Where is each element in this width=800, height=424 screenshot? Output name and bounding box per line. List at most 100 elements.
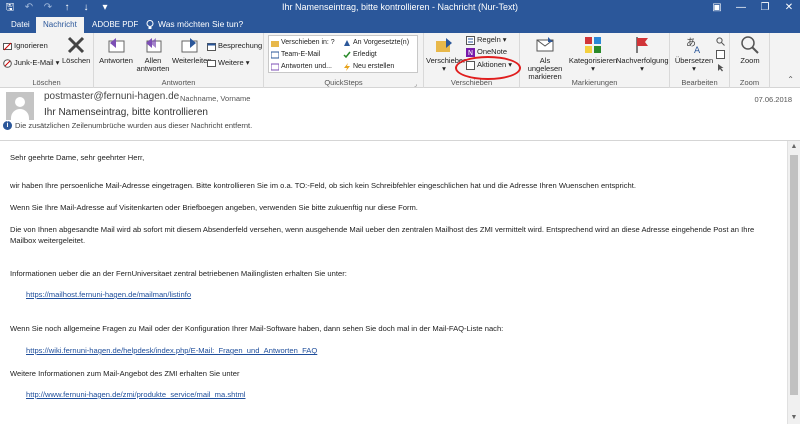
chevron-down-icon: ▾ <box>442 64 446 73</box>
group-label-antworten: Antworten <box>161 78 196 87</box>
more-respond-button[interactable]: Weitere ▾ <box>207 58 249 68</box>
move-folder-icon <box>436 38 452 52</box>
categorize-button[interactable]: Kategorisieren ▾ <box>568 35 618 73</box>
scroll-up-icon[interactable]: ▲ <box>788 141 800 153</box>
ignore-button[interactable]: Ignorieren <box>3 41 48 51</box>
reply-button[interactable]: Antworten <box>98 35 134 65</box>
cursor-icon <box>718 64 724 72</box>
recipient-name[interactable]: Nachname, Vorname <box>180 94 250 103</box>
group-label-loeschen: Löschen <box>32 78 61 87</box>
category-icon <box>585 37 601 53</box>
ignore-icon <box>3 42 12 50</box>
team-email-icon <box>271 51 279 58</box>
group-antworten: Antworten Allen antworten Weiterleiten B… <box>94 33 264 88</box>
search-tool-button[interactable] <box>716 37 725 46</box>
info-text: Die zusätzlichen Zeilenumbrüche wurden a… <box>15 121 253 130</box>
reply-all-button[interactable]: Allen antworten <box>136 35 170 73</box>
search-icon <box>716 37 725 46</box>
mark-unread-button[interactable]: Als ungelesen markieren <box>522 35 568 81</box>
junk-mail-button[interactable]: Junk-E-Mail ▾ <box>3 58 59 68</box>
info-icon: i <box>3 121 12 130</box>
chevron-down-icon: ▾ <box>502 35 507 44</box>
annotation-ellipse <box>455 56 521 80</box>
junk-icon <box>3 58 12 68</box>
chevron-down-icon: ▾ <box>591 64 595 73</box>
link-mailinglists[interactable]: https://mailhost.fernuni-hagen.de/mailma… <box>26 290 191 299</box>
scroll-down-icon[interactable]: ▼ <box>788 412 800 424</box>
envelope-icon <box>536 37 554 52</box>
vertical-scrollbar[interactable]: ▲ ▼ <box>787 141 800 424</box>
body-paragraph-3: Die von Ihnen abgesandte Mail wird ab so… <box>10 225 755 245</box>
chevron-down-icon: ▾ <box>55 58 60 67</box>
window-controls: ▣ — ❐ ✕ <box>710 0 796 16</box>
meeting-button[interactable]: Besprechung <box>207 41 262 51</box>
tab-adobe-pdf[interactable]: ADOBE PDF <box>85 17 145 33</box>
group-label-markierungen: Markierungen <box>571 78 618 87</box>
window-title: Ihr Namenseintrag, bitte kontrollieren -… <box>281 2 519 12</box>
lightning-icon <box>344 62 350 71</box>
quickstep-create-new[interactable]: Neu erstellen <box>343 62 394 71</box>
tell-me-box[interactable]: Was möchten Sie tun? <box>146 17 243 32</box>
ribbon-display-icon[interactable]: ▣ <box>710 0 724 16</box>
link-mail-offer[interactable]: http://www.fernuni-hagen.de/zmi/produkte… <box>26 390 245 399</box>
quickstep-team-email[interactable]: Team-E-Mail <box>271 50 320 59</box>
avatar <box>6 92 34 120</box>
link-faq[interactable]: https://wiki.fernuni-hagen.de/helpdesk/i… <box>26 346 317 355</box>
svg-text:A: A <box>694 46 701 55</box>
message-date: 07.06.2018 <box>754 95 792 104</box>
rules-icon <box>466 35 475 45</box>
reply-all-icon <box>146 38 162 53</box>
restore-button[interactable]: ❐ <box>758 0 772 16</box>
body-paragraph-1: wir haben Ihre persoenliche Mail-Adresse… <box>10 181 636 190</box>
zoom-button[interactable]: Zoom <box>736 35 764 65</box>
group-bearbeiten: あA Übersetzen ▾ Bearbeiten <box>670 33 730 88</box>
reply-delete-icon <box>271 63 279 70</box>
quicksteps-dialog-launcher[interactable]: ⌟ <box>414 81 421 88</box>
svg-text:N: N <box>468 49 473 57</box>
select-button[interactable] <box>716 63 725 72</box>
info-bar[interactable]: i Die zusätzlichen Zeilenumbrüche wurden… <box>3 121 252 130</box>
minimize-button[interactable]: — <box>734 0 748 16</box>
quicksteps-gallery: Verschieben in: ? Team-E-Mail Antworten … <box>268 35 418 73</box>
body-greeting: Sehr geehrte Dame, sehr geehrter Herr, <box>10 153 145 162</box>
quickstep-reply-delete[interactable]: Antworten und... <box>271 62 332 71</box>
quickstep-to-manager[interactable]: An Vorgesetzte(n) <box>343 38 409 47</box>
delete-x-icon <box>67 36 85 54</box>
ribbon: Ignorieren Junk-E-Mail ▾ Löschen Löschen … <box>0 33 800 88</box>
tab-datei[interactable]: Datei <box>4 17 37 33</box>
manager-icon <box>344 39 350 46</box>
forward-icon <box>181 38 198 53</box>
translate-icon: あA <box>686 37 701 55</box>
body-paragraph-6: Weitere Informationen zum Mail-Angebot d… <box>10 369 240 378</box>
group-label-zoom: Zoom <box>739 78 760 87</box>
translate-button[interactable]: あA Übersetzen ▾ <box>674 35 714 73</box>
quickstep-done[interactable]: Erledigt <box>343 50 377 59</box>
group-zoom: Zoom Zoom <box>730 33 770 88</box>
calendar-icon <box>207 42 216 51</box>
tab-nachricht[interactable]: Nachricht <box>36 17 84 33</box>
chevron-down-icon: ▾ <box>640 64 644 73</box>
reply-icon <box>108 38 125 53</box>
follow-up-button[interactable]: Nachverfolgung ▾ <box>616 35 669 73</box>
more-icon <box>207 59 216 67</box>
body-paragraph-2: Wenn Sie Ihre Mail-Adresse auf Visitenka… <box>10 203 418 212</box>
related-button[interactable] <box>716 50 725 59</box>
group-label-bearbeiten: Bearbeiten <box>681 78 718 87</box>
group-label-verschieben: Verschieben <box>450 78 493 87</box>
rules-button[interactable]: Regeln ▾ <box>466 35 507 45</box>
message-subject: Ihr Namenseintrag, bitte kontrollieren <box>44 107 208 118</box>
folder-arrow-icon <box>271 40 279 47</box>
chevron-down-icon: ▾ <box>692 64 696 73</box>
delete-button[interactable]: Löschen <box>62 35 90 65</box>
ribbon-tab-bar: Datei Nachricht ADOBE PDF Was möchten Si… <box>0 16 800 33</box>
quickstep-move-to[interactable]: Verschieben in: ? <box>271 38 335 47</box>
close-button[interactable]: ✕ <box>782 0 796 16</box>
related-icon <box>716 50 725 59</box>
forward-button[interactable]: Weiterleiten <box>172 35 211 65</box>
scroll-thumb[interactable] <box>790 155 798 395</box>
collapse-ribbon-icon[interactable]: ⌃ <box>787 75 794 84</box>
tell-me-text: Was möchten Sie tun? <box>158 19 244 29</box>
magnifier-icon <box>741 36 759 54</box>
group-label-quicksteps: QuickSteps <box>324 78 363 87</box>
sender-address[interactable]: postmaster@fernuni-hagen.de <box>44 91 179 102</box>
